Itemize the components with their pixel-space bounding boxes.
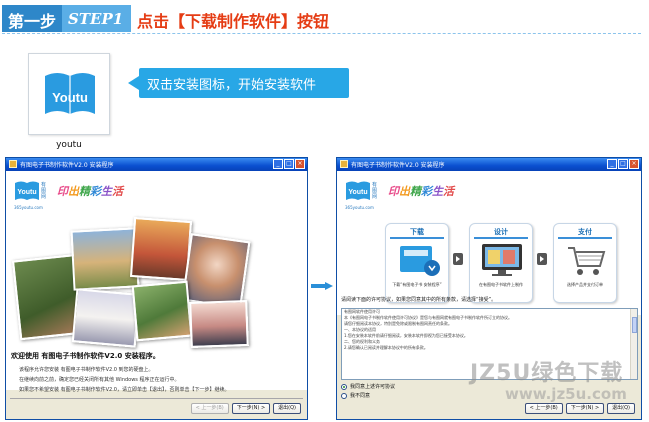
youtu-app-icon[interactable]: Youtu: [41, 66, 99, 124]
maximize-icon[interactable]: □: [618, 159, 628, 169]
decline-radio[interactable]: 我不同意: [341, 392, 370, 399]
step-number-cn: 第一步: [2, 5, 63, 32]
minimize-icon[interactable]: _: [273, 159, 283, 169]
step-card-design: 设计 在有图电子书软件上制作: [469, 223, 533, 303]
brand-logo-text: Youtu: [348, 189, 367, 196]
photo-wedding: [71, 288, 141, 348]
header-divider: [2, 33, 641, 34]
step-arrow-icon: [537, 253, 547, 265]
maximize-icon[interactable]: □: [284, 159, 294, 169]
brand-url: 365youtu.com: [14, 205, 43, 210]
radio-unchecked-icon[interactable]: [341, 392, 347, 399]
back-button[interactable]: < 上一步(B): [190, 403, 229, 414]
step-card-payment: 支付 选择产品并支付订单: [553, 223, 617, 303]
installer-icon-tile[interactable]: Youtu: [28, 53, 110, 135]
welcome-line: 如果您不希望安装 有图电子书制作软件V2.0，请立即单击【退出】，否则单击【下一…: [19, 387, 230, 393]
brand-slogan: 印出精彩生活: [388, 185, 454, 198]
shopping-cart-icon: [568, 247, 606, 275]
photo-couple-portrait: [189, 300, 249, 348]
youtu-logo-icon: Youtu: [15, 181, 39, 200]
photo-couple-field: [70, 227, 140, 291]
accept-radio[interactable]: 我同意上述许可协议: [341, 383, 395, 390]
radio-checked-icon[interactable]: [341, 383, 347, 390]
photo-collage: [11, 217, 259, 349]
installer-app-icon: [9, 160, 17, 168]
step-card-caption: 在有图电子书软件上制作: [479, 282, 523, 287]
step-card-caption: 选择产品并支付订单: [567, 282, 603, 287]
step-card-caption: 下载“有图电子书 安装程序”: [392, 282, 442, 287]
photo-child-outdoor: [131, 280, 193, 342]
accept-label: 我同意上述许可协议: [350, 384, 396, 390]
installer-icon-label: youtu: [56, 140, 82, 150]
next-step-arrow-icon: [311, 282, 333, 290]
app-icon-text: Youtu: [52, 90, 88, 105]
next-button[interactable]: 下一步(N) >: [231, 403, 271, 414]
license-line: 2.请您确认已阅读并理解本协议中的所有条款。: [344, 345, 428, 350]
window-title: 有图电子书制作软件V2.0 安装程序: [20, 162, 114, 169]
photo-portrait-woman: [181, 233, 251, 309]
step-card-download: 下载 下载“有图电子书 安装程序”: [385, 223, 449, 303]
license-scrollbar[interactable]: [630, 309, 637, 379]
wizard-buttons: < 上一步(B) 下一步(N) > 退出(Q): [190, 403, 301, 414]
decline-label: 我不同意: [350, 393, 371, 399]
site-watermark-url: www.jz5u.com: [505, 385, 627, 403]
step-title: 点击【下载制作软件】按钮: [137, 12, 330, 31]
welcome-text-block: 欢迎使用 有图电子书制作软件V2.0 安装程序。 该程序允许您安装 有图电子书制…: [11, 351, 303, 395]
brand-url: 365youtu.com: [345, 205, 374, 210]
close-icon[interactable]: ×: [295, 159, 305, 169]
step-badge: 第一步 STEP1: [2, 5, 132, 32]
welcome-line: 该程序允许您安装 有图电子书制作软件V2.0 到您的硬盘上。: [19, 367, 154, 373]
step-card-title: 支付: [578, 228, 592, 236]
youtu-logo-icon: Youtu: [346, 181, 370, 200]
license-prompt: 请阅读下面的许可协议，如果您同意其中的所有条款，请选择“接受”。: [341, 297, 497, 303]
site-watermark: JZ5U绿色下载: [470, 361, 624, 386]
window-title: 有图电子书制作软件V2.0 安装程序: [351, 162, 445, 169]
welcome-line: 在继续向前之前，确定您已经关闭所有其他 Windows 程序正在运行中。: [19, 377, 180, 383]
photo-group-outdoor: [129, 217, 193, 281]
button-separator: [10, 398, 303, 399]
brand-header: Youtu 有图网 印出精彩生活: [14, 179, 123, 203]
wizard-buttons: < 上一步(B) 下一步(N) > 退出(Q): [524, 403, 635, 414]
instruction-callout: 双击安装图标，开始安装软件: [139, 68, 349, 98]
exit-button[interactable]: 退出(Q): [273, 403, 301, 414]
step-card-title: 下载: [410, 228, 424, 236]
brand-header: Youtu 有图网 印出精彩生活: [345, 179, 454, 203]
installer-app-icon: [340, 160, 348, 168]
brand-slogan: 印出精彩生活: [57, 185, 123, 198]
window-titlebar[interactable]: 有图电子书制作软件V2.0 安装程序 _ □ ×: [6, 158, 307, 171]
monitor-design-icon: [482, 244, 522, 276]
next-button[interactable]: 下一步(N) >: [565, 403, 605, 414]
step-arrow-icon: [453, 253, 463, 265]
brand-logo-text: Youtu: [17, 189, 36, 196]
step-card-title: 设计: [494, 228, 508, 236]
installer-welcome-window: 有图电子书制作软件V2.0 安装程序 _ □ × Youtu 有图网 印出精彩生…: [5, 157, 308, 420]
minimize-icon[interactable]: _: [607, 159, 617, 169]
welcome-panel: Youtu 有图网 印出精彩生活 365youtu.com 欢迎使用 有图电子书…: [6, 171, 307, 393]
step-number-en: STEP1: [62, 5, 132, 32]
close-icon[interactable]: ×: [629, 159, 639, 169]
window-titlebar[interactable]: 有图电子书制作软件V2.0 安装程序 _ □ ×: [337, 158, 641, 171]
welcome-title: 欢迎使用 有图电子书制作软件V2.0 安装程序。: [11, 352, 160, 360]
scrollbar-thumb[interactable]: [632, 317, 637, 333]
brand-side-text: 有图网: [372, 182, 378, 200]
exit-button[interactable]: 退出(Q): [607, 403, 635, 414]
brand-side-text: 有图网: [41, 182, 47, 200]
license-header-panel: Youtu 有图网 印出精彩生活 365youtu.com 下载 下载“有图电子…: [337, 171, 641, 315]
back-button[interactable]: < 上一步(B): [524, 403, 563, 414]
tutorial-page: 第一步 STEP1 点击【下载制作软件】按钮 Youtu youtu 双击安装图…: [0, 0, 649, 422]
callout-pointer: [128, 76, 139, 90]
download-package-icon: [400, 246, 440, 276]
process-steps: 下载 下载“有图电子书 安装程序” 设计 在有图电子书软件上制作 支付 选择产品…: [385, 223, 635, 305]
